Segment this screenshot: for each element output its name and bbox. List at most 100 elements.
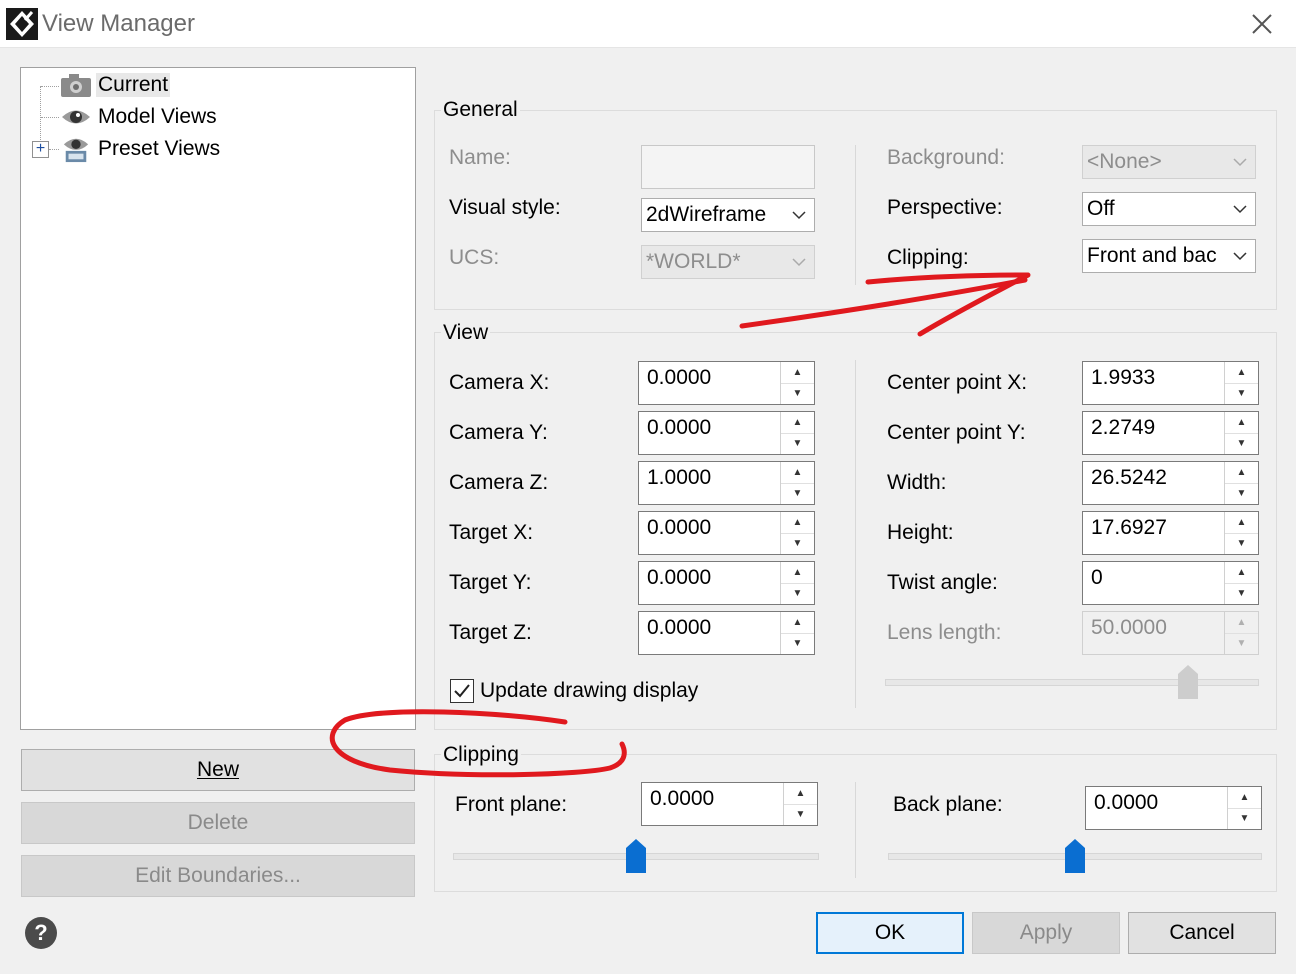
- spin-up-icon[interactable]: ▲: [781, 512, 814, 534]
- lens-length-stepper[interactable]: 50.0000 ▲ ▼: [1082, 611, 1259, 655]
- ucs-select[interactable]: *WORLD*: [641, 245, 815, 279]
- target-z-value: 0.0000: [647, 616, 712, 639]
- chevron-down-icon: [1225, 146, 1255, 178]
- perspective-label: Perspective:: [887, 196, 1003, 219]
- tree-item-model-views[interactable]: Model Views: [60, 102, 219, 132]
- spin-down-icon[interactable]: ▼: [781, 434, 814, 455]
- height-stepper[interactable]: 17.6927 ▲ ▼: [1082, 511, 1259, 555]
- camera-y-stepper[interactable]: 0.0000 ▲ ▼: [638, 411, 815, 455]
- spin-up-icon[interactable]: ▲: [1225, 412, 1258, 434]
- target-y-stepper[interactable]: 0.0000 ▲ ▼: [638, 561, 815, 605]
- background-label: Background:: [887, 146, 1005, 169]
- new-button-label: New: [196, 758, 239, 781]
- spin-up-icon[interactable]: ▲: [784, 783, 817, 805]
- edit-boundaries-button[interactable]: Edit Boundaries...: [21, 855, 415, 897]
- cancel-button-label: Cancel: [1169, 921, 1235, 944]
- spin-up-icon[interactable]: ▲: [1225, 612, 1258, 634]
- spin-up-icon[interactable]: ▲: [781, 612, 814, 634]
- view-tree[interactable]: [20, 67, 416, 730]
- camera-x-value: 0.0000: [647, 366, 712, 389]
- expand-toggle[interactable]: +: [32, 141, 49, 158]
- spin-down-icon[interactable]: ▼: [1225, 384, 1258, 405]
- chevron-down-icon: [784, 199, 814, 231]
- camera-x-label: Camera X:: [449, 371, 550, 394]
- front-plane-stepper[interactable]: 0.0000 ▲ ▼: [641, 782, 818, 826]
- spin-up-icon[interactable]: ▲: [1225, 562, 1258, 584]
- update-display-checkbox[interactable]: [450, 679, 474, 703]
- delete-button[interactable]: Delete: [21, 802, 415, 844]
- tree-guide-line: [49, 149, 59, 150]
- center-y-label: Center point Y:: [887, 421, 1026, 444]
- spin-down-icon[interactable]: ▼: [781, 634, 814, 655]
- spin-down-icon[interactable]: ▼: [1228, 809, 1261, 830]
- center-x-value: 1.9933: [1091, 366, 1156, 389]
- center-x-label: Center point X:: [887, 371, 1028, 394]
- spin-down-icon[interactable]: ▼: [1225, 634, 1258, 655]
- spin-down-icon[interactable]: ▼: [781, 584, 814, 605]
- front-plane-label: Front plane:: [455, 793, 568, 816]
- spin-down-icon[interactable]: ▼: [784, 805, 817, 826]
- spin-down-icon[interactable]: ▼: [1225, 534, 1258, 555]
- spin-down-icon[interactable]: ▼: [781, 484, 814, 505]
- spin-up-icon[interactable]: ▲: [1228, 787, 1261, 809]
- apply-button-label: Apply: [1019, 921, 1073, 944]
- lens-length-slider-thumb[interactable]: [1177, 664, 1199, 700]
- apply-button[interactable]: Apply: [972, 912, 1120, 954]
- perspective-value: Off: [1087, 197, 1115, 220]
- twist-angle-stepper[interactable]: 0 ▲ ▼: [1082, 561, 1259, 605]
- camera-x-stepper[interactable]: 0.0000 ▲ ▼: [638, 361, 815, 405]
- ok-button[interactable]: OK: [816, 912, 964, 954]
- tree-item-preset-views[interactable]: Preset Views: [60, 134, 222, 164]
- help-icon[interactable]: ?: [25, 917, 57, 949]
- tree-item-current[interactable]: Current: [60, 70, 171, 100]
- spin-down-icon[interactable]: ▼: [1225, 484, 1258, 505]
- lens-length-slider-track: [885, 679, 1259, 686]
- spin-up-icon[interactable]: ▲: [781, 562, 814, 584]
- clipping-select[interactable]: Front and bac: [1082, 239, 1256, 273]
- camera-z-value: 1.0000: [647, 466, 712, 489]
- width-stepper[interactable]: 26.5242 ▲ ▼: [1082, 461, 1259, 505]
- visual-style-label: Visual style:: [449, 196, 561, 219]
- lens-length-label: Lens length:: [887, 621, 1002, 644]
- visual-style-select[interactable]: 2dWireframe: [641, 198, 815, 232]
- name-label: Name:: [449, 146, 511, 169]
- update-display-label[interactable]: Update drawing display: [480, 679, 698, 703]
- back-plane-stepper[interactable]: 0.0000 ▲ ▼: [1085, 786, 1262, 830]
- tree-guide-line: [41, 86, 59, 87]
- center-x-stepper[interactable]: 1.9933 ▲ ▼: [1082, 361, 1259, 405]
- spin-down-icon[interactable]: ▼: [781, 534, 814, 555]
- ucs-value: *WORLD*: [646, 250, 741, 273]
- camera-z-stepper[interactable]: 1.0000 ▲ ▼: [638, 461, 815, 505]
- group-divider: [855, 782, 856, 878]
- spin-up-icon[interactable]: ▲: [1225, 362, 1258, 384]
- tree-guide-line: [41, 117, 59, 118]
- front-plane-slider-thumb[interactable]: [625, 838, 647, 874]
- group-divider: [855, 360, 856, 708]
- spin-down-icon[interactable]: ▼: [1225, 434, 1258, 455]
- spin-up-icon[interactable]: ▲: [781, 462, 814, 484]
- perspective-select[interactable]: Off: [1082, 192, 1256, 226]
- new-button[interactable]: New: [21, 749, 415, 791]
- group-divider: [855, 145, 856, 285]
- target-y-label: Target Y:: [449, 571, 532, 594]
- width-label: Width:: [887, 471, 947, 494]
- spin-down-icon[interactable]: ▼: [1225, 584, 1258, 605]
- lens-length-value: 50.0000: [1091, 616, 1167, 639]
- general-group-label: General: [441, 98, 520, 122]
- chevron-down-icon: [1225, 240, 1255, 272]
- close-icon[interactable]: [1246, 8, 1278, 40]
- spin-up-icon[interactable]: ▲: [1225, 462, 1258, 484]
- name-field: [641, 145, 815, 189]
- target-z-stepper[interactable]: 0.0000 ▲ ▼: [638, 611, 815, 655]
- spin-down-icon[interactable]: ▼: [781, 384, 814, 405]
- view-group-label: View: [441, 321, 491, 345]
- cancel-button[interactable]: Cancel: [1128, 912, 1276, 954]
- spin-up-icon[interactable]: ▲: [781, 412, 814, 434]
- center-y-stepper[interactable]: 2.2749 ▲ ▼: [1082, 411, 1259, 455]
- target-x-stepper[interactable]: 0.0000 ▲ ▼: [638, 511, 815, 555]
- spin-up-icon[interactable]: ▲: [781, 362, 814, 384]
- spin-up-icon[interactable]: ▲: [1225, 512, 1258, 534]
- camera-y-label: Camera Y:: [449, 421, 548, 444]
- background-select[interactable]: <None>: [1082, 145, 1256, 179]
- back-plane-slider-thumb[interactable]: [1064, 838, 1086, 874]
